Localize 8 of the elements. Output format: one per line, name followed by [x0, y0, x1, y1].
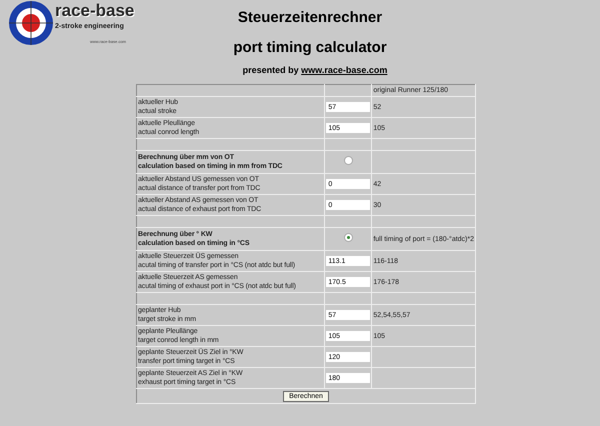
- page-subtitle: port timing calculator: [233, 39, 387, 56]
- radio-button[interactable]: [344, 233, 353, 242]
- radio-button[interactable]: [344, 156, 353, 165]
- page-title: Steuerzeitenrechner: [238, 9, 382, 26]
- logo-name: race-base: [55, 2, 134, 20]
- target-logo-icon: [8, 0, 54, 46]
- site-link[interactable]: www.race-base.com: [301, 65, 388, 75]
- presented-by-text: presented by www.race-base.com: [242, 65, 388, 75]
